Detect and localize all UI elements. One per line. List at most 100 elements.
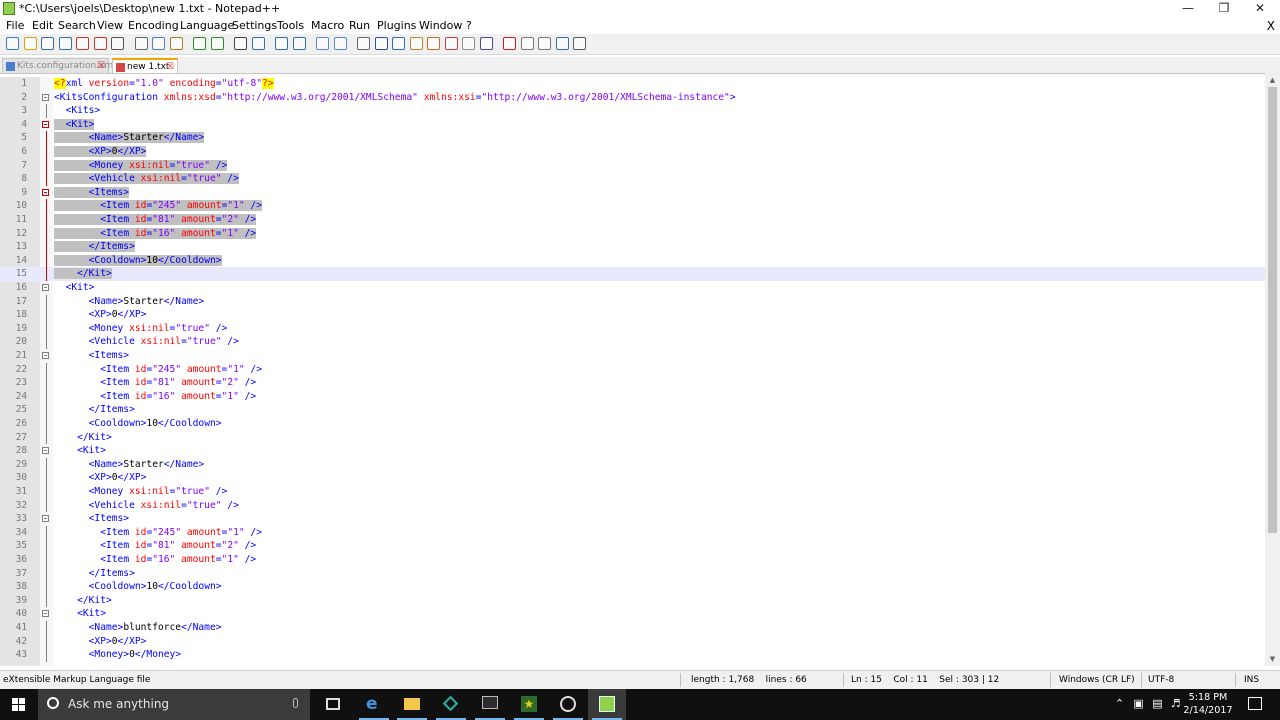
code-line[interactable]: 29 <Name>Starter</Name>	[0, 457, 1265, 472]
tab-close-icon[interactable]: ☒	[166, 60, 174, 74]
code-line[interactable]: 31 <Money xsi:nil="true" />	[0, 485, 1265, 499]
code-line[interactable]: 36 <Item id="16" amount="1" />	[0, 553, 1265, 567]
record-macro-icon[interactable]	[503, 37, 516, 50]
menu-edit[interactable]: Edit	[32, 19, 53, 32]
vertical-scrollbar[interactable]: ▲ ▼	[1265, 73, 1280, 666]
code-line[interactable]: 32 <Vehicle xsi:nil="true" />	[0, 498, 1265, 513]
taskbar-visual-studio[interactable]	[432, 689, 470, 720]
menu-window[interactable]: Window	[419, 19, 462, 32]
code-line[interactable]: 12 <Item id="16" amount="1" />	[0, 226, 1265, 241]
menu-tools[interactable]: Tools	[277, 19, 304, 32]
code-line[interactable]: 23 <Item id="81" amount="2" />	[0, 376, 1265, 390]
scroll-up-icon[interactable]: ▲	[1265, 73, 1280, 87]
run-macro-multiple-icon[interactable]	[555, 37, 569, 50]
code-line[interactable]: 22 <Item id="245" amount="1" />	[0, 362, 1265, 377]
code-line[interactable]: 14 <Cooldown>10</Cooldown>	[0, 253, 1265, 268]
fold-toggle-icon[interactable]	[42, 515, 49, 523]
code-line[interactable]: 2 <KitsConfiguration xmlns:xsd="http://ww…	[0, 91, 1265, 105]
code-line[interactable]: 1 <?xml version="1.0" encoding="utf-8"?>	[0, 77, 1265, 91]
close-document-button[interactable]: X	[1267, 19, 1275, 33]
code-line[interactable]: 25 </Items>	[0, 403, 1265, 417]
code-line[interactable]: 43 <Money>0</Money>	[0, 648, 1265, 662]
code-line[interactable]: 18 <XP>0</XP>	[0, 308, 1265, 322]
taskbar-terminal[interactable]	[471, 689, 509, 720]
taskbar-star-app[interactable]: ★	[510, 689, 548, 720]
cut-icon[interactable]	[134, 37, 148, 50]
taskbar-notepadpp[interactable]	[588, 689, 626, 720]
undo-icon[interactable]	[193, 37, 206, 50]
show-all-characters-icon[interactable]	[374, 37, 388, 50]
code-line[interactable]: 40 <Kit>	[0, 607, 1265, 621]
code-line[interactable]: 10 <Item id="245" amount="1" />	[0, 199, 1265, 213]
text-editor[interactable]: 1 <?xml version="1.0" encoding="utf-8"?> 2…	[0, 77, 1265, 666]
code-line[interactable]: 16 <Kit>	[0, 281, 1265, 295]
monitoring-icon[interactable]	[479, 37, 493, 50]
menu-file[interactable]: File	[6, 19, 24, 32]
code-line[interactable]: 38 <Cooldown>10</Cooldown>	[0, 580, 1265, 594]
sync-vertical-icon[interactable]	[316, 37, 329, 50]
code-line[interactable]: 9 <Items>	[0, 186, 1265, 200]
tab-new-1[interactable]: new 1.txt ☒	[112, 58, 178, 73]
sync-horizontal-icon[interactable]	[333, 37, 347, 50]
menu-language[interactable]: Language	[180, 19, 234, 32]
code-line[interactable]: 21 <Items>	[0, 349, 1265, 363]
code-line[interactable]: 41 <Name>bluntforce</Name>	[0, 621, 1265, 635]
code-line[interactable]: 4 <Kit>	[0, 118, 1265, 132]
code-line[interactable]: 8 <Vehicle xsi:nil="true" />	[0, 172, 1265, 186]
folder-as-workspace-icon[interactable]	[462, 37, 475, 50]
code-line[interactable]: 26 <Cooldown>10</Cooldown>	[0, 417, 1265, 431]
microphone-icon[interactable]	[293, 698, 298, 708]
code-line[interactable]: 11 <Item id="81" amount="2" />	[0, 213, 1265, 227]
save-all-icon[interactable]	[58, 37, 72, 50]
user-defined-language-icon[interactable]	[409, 37, 423, 50]
action-center-icon[interactable]	[1248, 697, 1262, 710]
menu-view[interactable]: View	[97, 19, 123, 32]
find-icon[interactable]	[234, 37, 247, 50]
menu-macro[interactable]: Macro	[311, 19, 344, 32]
cortana-search-box[interactable]: Ask me anything	[38, 689, 310, 720]
taskbar-file-explorer[interactable]	[393, 689, 431, 720]
paste-icon[interactable]	[169, 37, 183, 50]
zoom-in-icon[interactable]	[275, 37, 288, 50]
save-macro-icon[interactable]	[573, 37, 586, 50]
fold-toggle-icon[interactable]	[42, 120, 49, 128]
taskbar-edge[interactable]: e	[355, 689, 393, 720]
copy-icon[interactable]	[152, 37, 165, 50]
code-line[interactable]: 7 <Money xsi:nil="true" />	[0, 158, 1265, 173]
menu-settings[interactable]: Settings	[232, 19, 277, 32]
menu-run[interactable]: Run	[349, 19, 370, 32]
fold-toggle-icon[interactable]	[42, 93, 49, 101]
show-hidden-icons-icon[interactable]: ⌃	[1113, 698, 1126, 710]
replace-icon[interactable]	[251, 37, 265, 50]
code-line[interactable]: 34 <Item id="245" amount="1" />	[0, 525, 1265, 540]
code-line[interactable]: 42 <XP>0</XP>	[0, 634, 1265, 649]
taskbar-clock[interactable]: 5:18 PM 2/14/2017	[1180, 691, 1236, 717]
code-line[interactable]: 6 <XP>0</XP>	[0, 145, 1265, 159]
code-line[interactable]: 27 </Kit>	[0, 430, 1265, 445]
restore-button[interactable]: ❐	[1206, 0, 1242, 18]
menu-search[interactable]: Search	[58, 19, 96, 32]
code-line[interactable]: 24 <Item id="16" amount="1" />	[0, 389, 1265, 404]
scrollbar-thumb[interactable]	[1268, 87, 1277, 533]
start-button[interactable]	[0, 689, 38, 720]
zoom-out-icon[interactable]	[292, 37, 306, 50]
code-line[interactable]: 37 </Items>	[0, 566, 1265, 581]
code-line[interactable]: 15 </Kit>	[0, 267, 1265, 281]
fold-toggle-icon[interactable]	[42, 352, 49, 359]
network-icon[interactable]: ▤	[1151, 698, 1164, 710]
power-icon[interactable]: ▣	[1132, 698, 1145, 710]
close-window-button[interactable]: ✕	[1242, 0, 1278, 18]
new-file-icon[interactable]	[6, 37, 19, 50]
code-line[interactable]: 35 <Item id="81" amount="2" />	[0, 539, 1265, 553]
minimize-button[interactable]: —	[1170, 0, 1206, 18]
menu-help[interactable]: ?	[466, 19, 472, 32]
close-all-icon[interactable]	[93, 37, 107, 50]
fold-toggle-icon[interactable]	[42, 447, 49, 455]
fold-toggle-icon[interactable]	[42, 188, 49, 196]
tab-close-icon[interactable]: ☒	[97, 59, 105, 73]
menu-plugins[interactable]: Plugins	[377, 19, 416, 32]
open-file-icon[interactable]	[23, 37, 37, 50]
code-line[interactable]: 30 <XP>0</XP>	[0, 471, 1265, 485]
notepadpp-app-icon[interactable]	[3, 2, 15, 15]
print-icon[interactable]	[111, 37, 124, 50]
